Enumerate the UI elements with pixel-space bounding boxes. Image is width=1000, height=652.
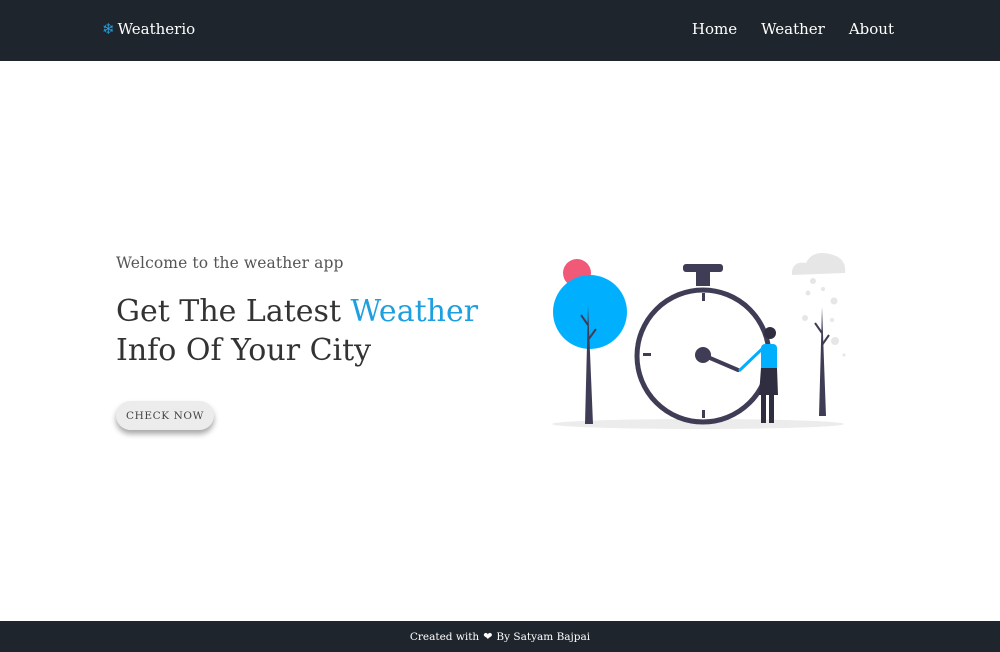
headline-part2: Info Of Your City bbox=[116, 333, 372, 368]
nav-link-about[interactable]: About bbox=[849, 20, 894, 38]
footer: Created with ❤ By Satyam Bajpai bbox=[0, 621, 1000, 652]
brand-link[interactable]: ❄ Weatherio bbox=[102, 20, 195, 38]
nav-link-weather[interactable]: Weather bbox=[761, 20, 825, 38]
headline-accent: Weather bbox=[350, 294, 479, 329]
hero-headline: Get The Latest Weather Info Of Your City bbox=[116, 292, 516, 370]
navbar: ❄ Weatherio Home Weather About bbox=[0, 0, 1000, 61]
brand-name: Weatherio bbox=[117, 20, 196, 38]
snowflake-icon: ❄ bbox=[102, 19, 115, 38]
nav-link-home[interactable]: Home bbox=[692, 20, 737, 38]
hero-text: Welcome to the weather app Get The Lates… bbox=[116, 254, 516, 370]
heart-icon: ❤ bbox=[483, 630, 493, 643]
check-now-button[interactable]: CHECK NOW bbox=[116, 401, 214, 430]
clock-and-woman-illustration bbox=[552, 253, 846, 429]
footer-prefix: Created with bbox=[409, 630, 480, 643]
headline-part1: Get The Latest bbox=[116, 294, 351, 329]
welcome-text: Welcome to the weather app bbox=[116, 254, 344, 272]
footer-author: By Satyam Bajpai bbox=[496, 630, 591, 643]
nav-links: Home Weather About bbox=[692, 20, 894, 38]
